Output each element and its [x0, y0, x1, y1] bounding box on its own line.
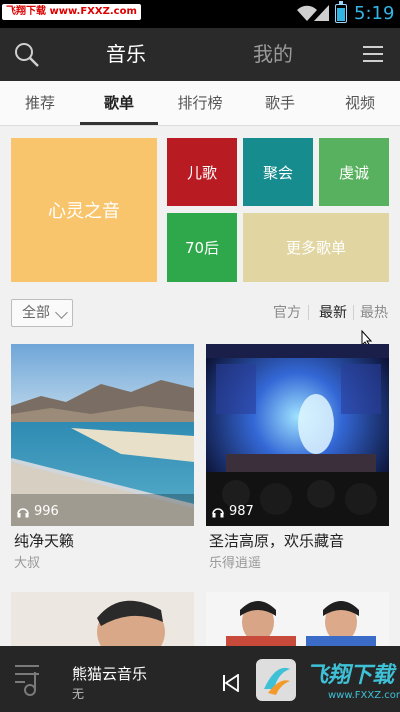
landscape-image	[11, 344, 194, 526]
singers-photo	[206, 592, 389, 646]
now-playing-artist: 无	[72, 687, 85, 701]
play-count: 996	[34, 504, 59, 519]
playlist-title[interactable]: 纯净天籁	[14, 531, 74, 551]
filter-selected-label: 全部	[22, 305, 50, 321]
chevron-down-icon	[55, 306, 68, 319]
sort-divider	[308, 305, 309, 320]
watermark-logo-url: www.FXXZ.com	[328, 690, 400, 701]
tab-charts[interactable]: 排行榜	[160, 81, 240, 126]
category-kids-songs[interactable]: 儿歌	[167, 138, 237, 206]
category-70s[interactable]: 70后	[167, 213, 237, 282]
tab-mine[interactable]: 我的	[253, 40, 293, 68]
tab-videos[interactable]: 视频	[320, 81, 400, 126]
sub-tabs: 推荐 歌单 排行榜 歌手 视频	[0, 81, 400, 126]
sort-divider	[353, 305, 354, 320]
tab-music[interactable]: 音乐	[106, 40, 146, 68]
playlist-cover-3[interactable]	[11, 592, 194, 646]
tab-recommend[interactable]: 推荐	[0, 81, 80, 126]
music-note-icon	[15, 665, 39, 696]
playlist-creator: 大叔	[14, 556, 41, 571]
playlist-cover-1[interactable]: 996	[11, 344, 194, 526]
category-party[interactable]: 聚会	[243, 138, 313, 206]
sort-hottest[interactable]: 最热	[360, 304, 388, 322]
status-bar: 飞翔下载 www.FXXZ.com 5:19	[0, 0, 400, 28]
active-tab-indicator	[80, 122, 158, 125]
tab-playlists[interactable]: 歌单	[80, 81, 158, 126]
headphones-icon	[17, 508, 29, 518]
filter-dropdown[interactable]: 全部	[11, 299, 73, 327]
signal-icon	[314, 5, 329, 21]
playlist-cover-4[interactable]	[206, 592, 389, 646]
battery-icon	[335, 1, 347, 23]
hamburger-menu-icon[interactable]	[363, 46, 383, 64]
category-featured[interactable]: 心灵之音	[11, 138, 157, 282]
sort-official[interactable]: 官方	[273, 304, 301, 322]
watermark-badge: 飞翔下载 www.FXXZ.com	[2, 4, 141, 20]
now-playing-title: 熊猫云音乐	[72, 665, 148, 683]
sort-newest[interactable]: 最新	[319, 304, 347, 322]
playlist-cover-2[interactable]: 987	[206, 344, 389, 526]
watermark-logo-text: 飞翔下载	[306, 663, 395, 688]
playlist-creator: 乐得逍遥	[209, 556, 262, 571]
search-icon[interactable]	[14, 42, 40, 68]
category-more[interactable]: 更多歌单	[243, 213, 389, 282]
playlist-title[interactable]: 圣洁高原，欢乐藏音	[209, 531, 344, 551]
headphones-icon	[212, 508, 224, 518]
play-count: 987	[229, 504, 254, 519]
concert-image	[206, 344, 389, 526]
previous-track-icon[interactable]	[222, 674, 240, 692]
category-devout[interactable]: 虔诚	[319, 138, 389, 206]
status-time: 5:19	[354, 3, 395, 24]
app-bar: 音乐 我的	[0, 28, 400, 81]
singer-photo	[11, 592, 194, 646]
tab-singers[interactable]: 歌手	[240, 81, 320, 126]
